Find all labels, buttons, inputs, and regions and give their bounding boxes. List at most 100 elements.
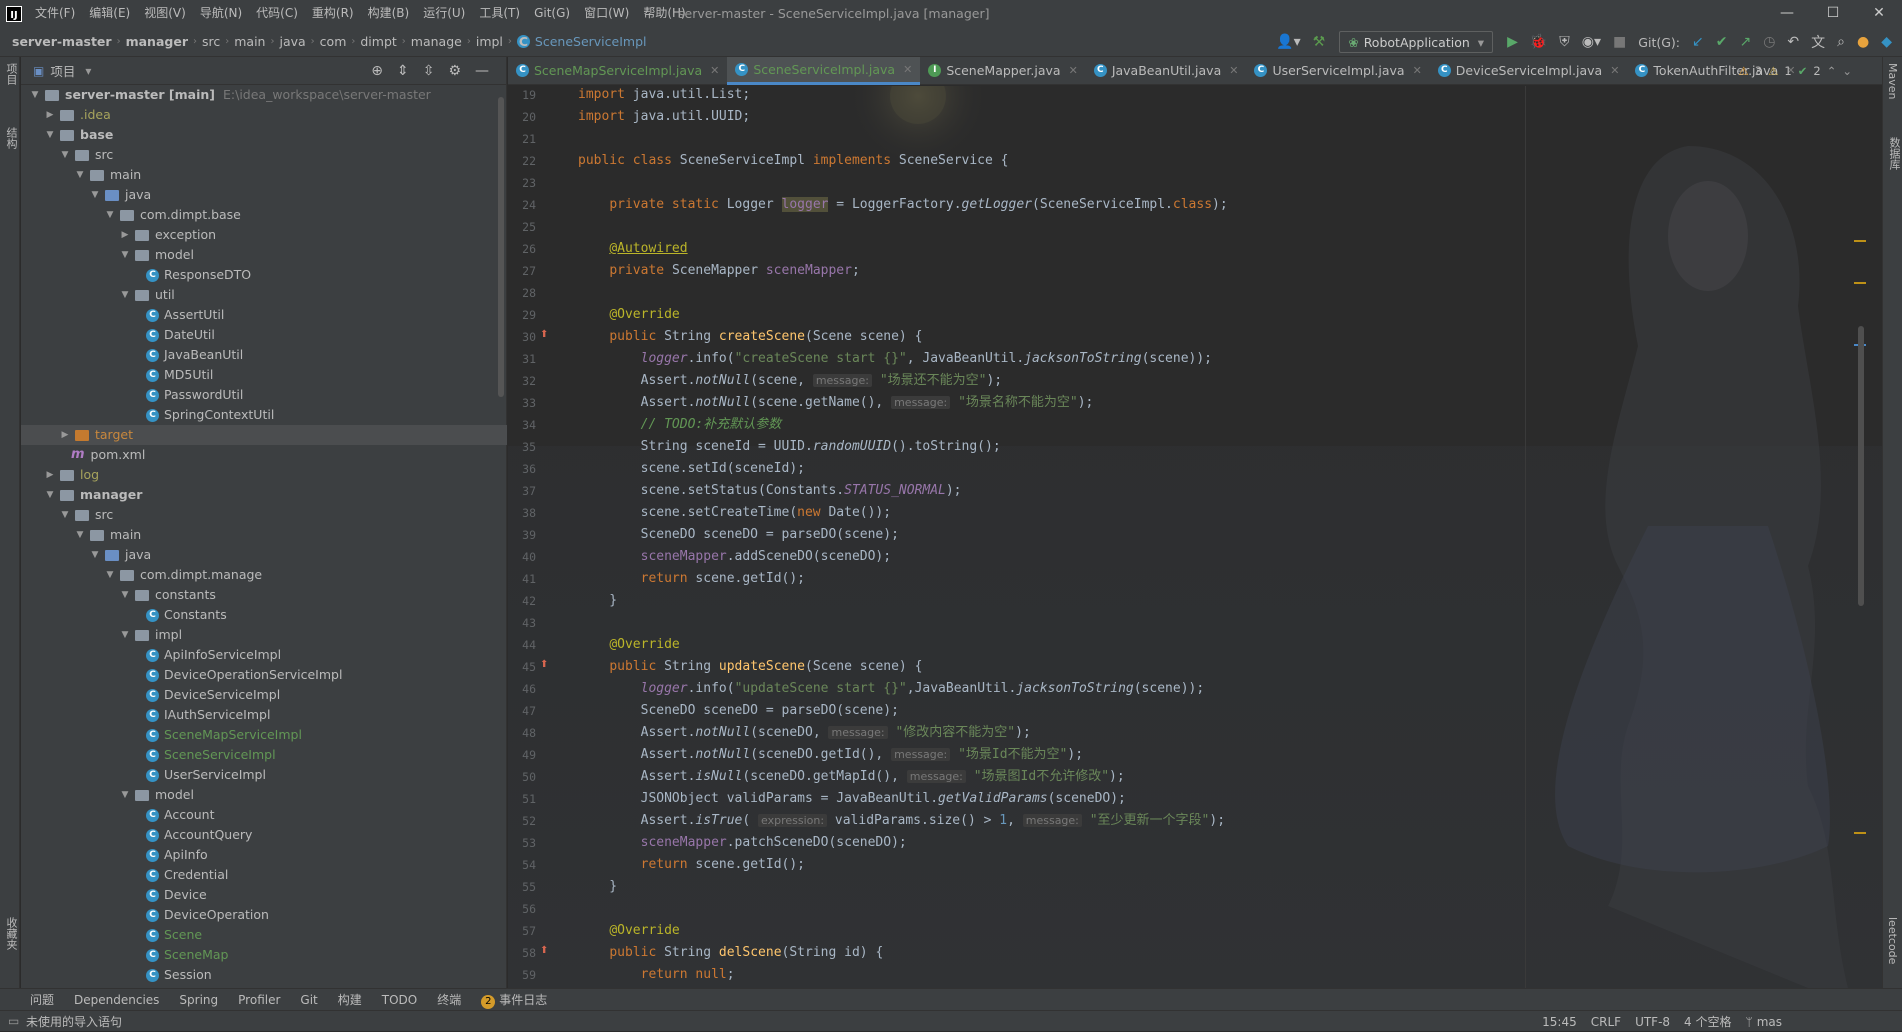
line-separator[interactable]: CRLF [1591,1015,1621,1029]
chevron-down-icon[interactable]: ▼ [119,625,131,645]
coverage-icon[interactable]: ⛨ [1553,34,1576,50]
search-icon[interactable]: ⌕ [1831,34,1851,50]
tree-node[interactable]: ▼ main [21,525,507,545]
tree-node[interactable]: C ApiInfoServiceImpl [21,645,507,665]
breadcrumb-item[interactable]: java [279,34,305,49]
editor-tab[interactable]: C SceneServiceImpl.java ✕ [727,56,921,85]
run-icon[interactable]: ▶ [1501,34,1524,50]
code-editor[interactable]: 19 20 21 22 23 24 25 26 27 28 29 30 31 32 33 34 35 36 37 38… [508,86,1882,988]
error-stripe[interactable] [1854,86,1868,988]
chevron-down-icon[interactable]: ▼ [119,245,131,265]
tree-node[interactable]: C DeviceServiceImpl [21,685,507,705]
project-panel-title[interactable]: 项目 [50,61,75,80]
tree-node[interactable]: ▼ src [21,505,507,525]
menu-item[interactable]: 代码(C) [249,0,305,27]
warning-marker[interactable] [1854,832,1866,834]
file-encoding[interactable]: UTF-8 [1635,1015,1670,1029]
menu-item[interactable]: 导航(N) [193,0,249,27]
tree-node[interactable]: C Session [21,965,507,985]
debug-icon[interactable]: 🐞 [1524,34,1553,50]
chevron-down-icon[interactable]: ▼ [29,85,41,105]
tree-node[interactable]: ▼ java [21,185,507,205]
tree-node[interactable]: ▼ com.dimpt.base [21,205,507,225]
warning-marker[interactable] [1854,240,1866,242]
tool-window-todo[interactable]: TODO [382,993,417,1007]
editor-tab[interactable]: C JavaBeanUtil.java ✕ [1086,57,1247,85]
override-gutter-icon[interactable]: ⬆ [540,659,548,670]
tree-node[interactable]: C Account [21,805,507,825]
chevron-down-icon[interactable]: ▼ [119,585,131,605]
git-branch[interactable]: mas [1757,1015,1782,1029]
tree-node[interactable]: C DeviceOperationServiceImpl [21,665,507,685]
minimize-icon[interactable]: — [1764,0,1810,27]
profile-icon[interactable]: ◉▾ [1576,34,1607,50]
menu-item[interactable]: 编辑(E) [82,0,137,27]
tool-window-build[interactable]: 构建 [338,991,362,1008]
chevron-down-icon[interactable]: ▼ [104,565,116,585]
menu-item[interactable]: 工具(T) [472,0,527,27]
menu-item[interactable]: 构建(B) [361,0,417,27]
tool-window-profiler[interactable]: Profiler [238,993,280,1007]
tool-window-event-log[interactable]: 2 事件日志 [481,991,547,1009]
chevron-right-icon[interactable]: ▶ [44,465,56,485]
tree-node[interactable]: C Constants [21,605,507,625]
indent-setting[interactable]: 4 个空格 [1684,1013,1731,1030]
override-gutter-icon[interactable]: ⬆ [540,945,548,956]
rollback-icon[interactable]: ↶ [1781,34,1805,50]
project-tool-tab[interactable]: 项目 [3,63,19,85]
tree-node[interactable]: ▼ src [21,145,507,165]
tree-node[interactable]: C DateUtil [21,325,507,345]
tool-window-problems[interactable]: 问题 [30,991,54,1008]
expand-all-icon[interactable]: ⇕ [390,63,416,79]
editor-tab[interactable]: C SceneMapServiceImpl.java ✕ [508,57,727,85]
editor-scrollbar[interactable] [1858,326,1864,606]
menu-item[interactable]: Git(G) [527,0,577,27]
tree-node[interactable]: C SpringContextUtil [21,405,507,425]
tab-close-icon[interactable]: ✕ [1229,64,1238,77]
tool-window-dependencies[interactable]: Dependencies [74,993,159,1007]
build-hammer-icon[interactable]: ⚒ [1307,34,1332,50]
collapse-all-icon[interactable]: ⇳ [416,63,442,79]
tree-scrollbar[interactable] [498,97,504,397]
menu-item[interactable]: 重构(R) [305,0,361,27]
tree-node[interactable]: C AccountQuery [21,825,507,845]
editor-tab[interactable]: I SceneMapper.java ✕ [920,57,1086,85]
caret-position[interactable]: 15:45 [1542,1015,1577,1029]
chevron-right-icon[interactable]: ▶ [44,105,56,125]
hide-icon[interactable]: — [468,63,496,79]
tree-node[interactable]: C IAuthServiceImpl [21,705,507,725]
chevron-down-icon[interactable]: ▾ [85,64,91,78]
tree-node[interactable]: ▼ model [21,245,507,265]
tree-node[interactable]: C Scene [21,925,507,945]
tab-close-icon[interactable]: ✕ [1069,64,1078,77]
chevron-up-icon[interactable]: ⌃ [1827,64,1837,78]
translate-icon[interactable]: 文 [1805,32,1831,52]
editor-tab[interactable]: C UserServiceImpl.java ✕ [1246,57,1429,85]
chevron-down-icon[interactable]: ▼ [89,545,101,565]
structure-tool-tab[interactable]: 结构 [3,127,19,149]
maven-tool-tab[interactable]: Maven [1886,63,1899,99]
breadcrumb-item[interactable]: manager [126,34,188,49]
tree-node[interactable]: C ResponseDTO [21,265,507,285]
tool-window-git[interactable]: Git [300,993,317,1007]
tree-node[interactable]: C PasswordUtil [21,385,507,405]
chevron-down-icon[interactable]: ▼ [104,205,116,225]
warning-marker[interactable] [1854,282,1866,284]
chevron-down-icon[interactable]: ▼ [44,125,56,145]
tree-node[interactable]: ▼ java [21,545,507,565]
breadcrumb-item[interactable]: impl [476,34,503,49]
chevron-right-icon[interactable]: ▶ [119,225,131,245]
git-push-icon[interactable]: ↗ [1733,34,1757,50]
chevron-down-icon[interactable]: ▼ [44,485,56,505]
editor-tab[interactable]: C DeviceServiceImpl.java ✕ [1430,57,1628,85]
locate-icon[interactable]: ⊕ [364,63,390,79]
git-update-icon[interactable]: ↙ [1686,34,1710,50]
tab-close-icon[interactable]: ✕ [1413,64,1422,77]
tree-node[interactable]: ▼ model [21,785,507,805]
breadcrumb-item[interactable]: SceneServiceImpl [535,34,647,49]
tree-node[interactable]: m pom.xml [21,445,507,465]
breadcrumb-item[interactable]: manage [411,34,462,49]
inspection-widget[interactable]: ⚠ 3 ⚠ 1 ✔ 2 ⌃ ⌄ [1732,57,1852,85]
chevron-down-icon[interactable]: ⌄ [1842,64,1852,78]
tab-close-icon[interactable]: ✕ [710,64,719,77]
